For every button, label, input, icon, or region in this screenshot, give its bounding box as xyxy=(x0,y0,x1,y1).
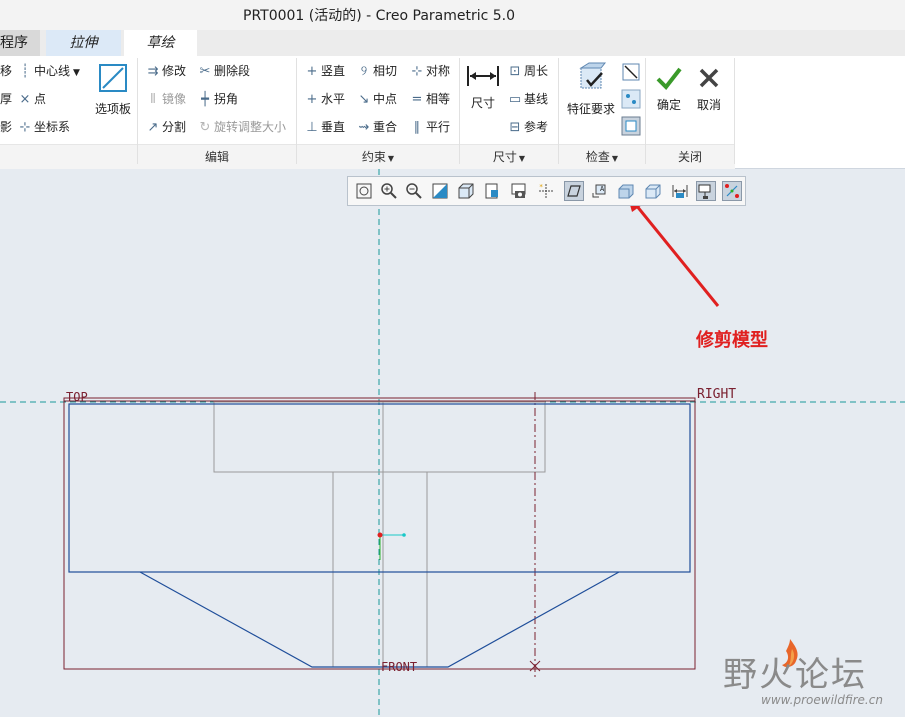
zoom-out-icon[interactable] xyxy=(404,181,424,201)
trim-model-annotation: 修剪模型 xyxy=(696,330,768,351)
datum-label-right: RIGHT xyxy=(697,387,736,402)
view-manager-icon[interactable] xyxy=(509,181,529,201)
callout-arrow xyxy=(634,204,720,307)
display-style-icon[interactable] xyxy=(456,181,476,201)
dimension-display-icon[interactable] xyxy=(670,181,690,201)
svg-text:*: * xyxy=(539,183,543,191)
forum-watermark: 野火论坛 www.proewildfire.cn xyxy=(720,637,900,713)
vertex-display-icon[interactable] xyxy=(722,181,742,201)
zoom-in-icon[interactable] xyxy=(379,181,399,201)
annotation-display-icon[interactable]: A xyxy=(590,181,610,201)
sketch-viewport[interactable]: TOP RIGHT FRONT xyxy=(0,0,905,717)
axis-end-point xyxy=(402,533,406,537)
watermark-url: www.proewildfire.cn xyxy=(761,693,883,707)
graphics-toolbar: * A xyxy=(347,176,746,206)
repaint-icon[interactable] xyxy=(430,181,450,201)
constraint-display-icon[interactable] xyxy=(696,181,716,201)
datum-label-top: TOP xyxy=(66,390,88,404)
datum-label-front: FRONT xyxy=(381,660,417,674)
saved-orientations-icon[interactable] xyxy=(482,181,502,201)
trim-model-icon[interactable] xyxy=(643,181,663,201)
sketch-origin-point[interactable] xyxy=(377,532,383,538)
sketch-view-icon[interactable] xyxy=(616,181,636,201)
refit-icon[interactable] xyxy=(354,181,374,201)
spin-center-icon[interactable] xyxy=(564,181,584,201)
watermark-title: 野火论坛 xyxy=(723,655,867,695)
datum-display-icon[interactable]: * xyxy=(536,181,556,201)
